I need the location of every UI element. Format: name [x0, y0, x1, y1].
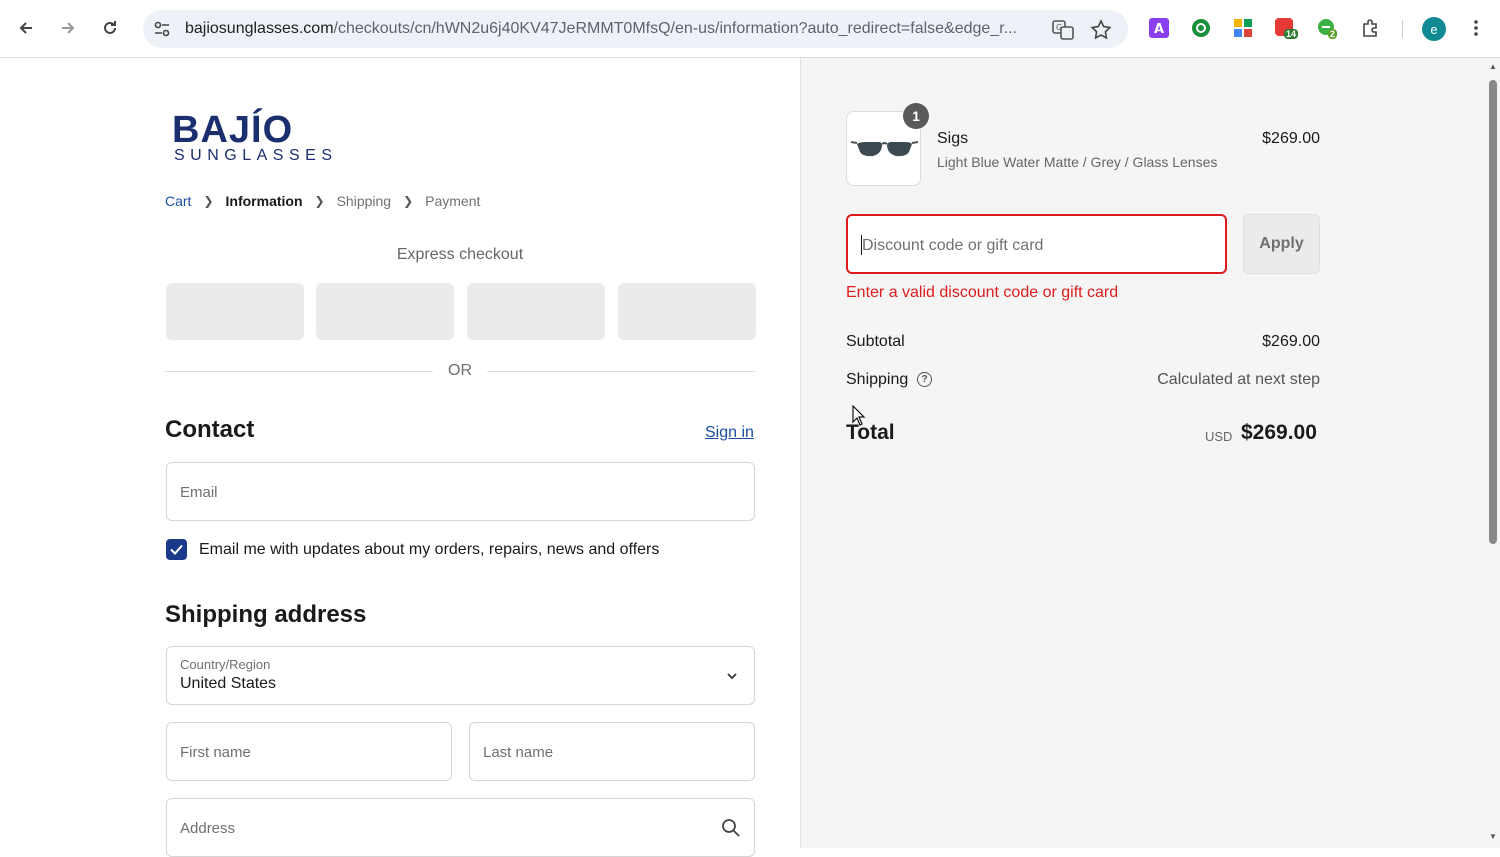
chevron-down-icon: [725, 669, 739, 688]
first-name-placeholder: First name: [180, 744, 251, 761]
mouse-pointer-icon: [852, 404, 866, 427]
address-placeholder: Address: [180, 820, 236, 837]
product-price: $269.00: [1262, 130, 1320, 147]
extension-green-chat-icon[interactable]: 2: [1316, 17, 1340, 41]
last-name-placeholder: Last name: [483, 744, 554, 761]
shipping-label: Shipping: [846, 371, 909, 388]
divider-line: [487, 371, 755, 372]
country-value: United States: [180, 675, 277, 692]
check-icon: [170, 544, 183, 555]
search-icon[interactable]: [721, 818, 741, 843]
scroll-down-arrow-icon[interactable]: ▼: [1488, 832, 1498, 842]
marketing-checkbox[interactable]: [166, 539, 187, 560]
express-pay-button[interactable]: [467, 283, 605, 340]
svg-text:A: A: [1154, 22, 1164, 37]
extension-a-icon[interactable]: A: [1148, 17, 1172, 41]
total-amount: $269.00: [1241, 421, 1317, 444]
country-select[interactable]: Country/Region United States: [166, 646, 755, 705]
discount-error-message: Enter a valid discount code or gift card: [846, 284, 1119, 301]
extension-red-icon[interactable]: 14: [1274, 17, 1299, 41]
chevron-right-icon: ❯: [403, 194, 414, 208]
extension-badge: 14: [1284, 29, 1299, 39]
email-field[interactable]: Email: [166, 462, 755, 521]
svg-text:SUNGLASSES: SUNGLASSES: [174, 147, 337, 164]
help-question-icon[interactable]: ?: [917, 372, 932, 387]
shipping-address-heading: Shipping address: [165, 601, 367, 628]
shipping-value: Calculated at next step: [1157, 371, 1320, 388]
breadcrumb-payment: Payment: [425, 193, 481, 209]
reload-icon[interactable]: [96, 14, 124, 42]
total-currency: USD: [1205, 429, 1233, 444]
profile-avatar[interactable]: e: [1422, 17, 1446, 41]
express-pay-button[interactable]: [618, 283, 756, 340]
apply-discount-button[interactable]: Apply: [1243, 214, 1320, 274]
product-variant: Light Blue Water Matte / Grey / Glass Le…: [937, 154, 1218, 170]
subtotal-value: $269.00: [1262, 333, 1320, 350]
extension-green-circle-icon[interactable]: [1190, 17, 1214, 41]
express-pay-button[interactable]: [166, 283, 304, 340]
profile-initial: e: [1430, 21, 1438, 37]
browser-toolbar: bajiosunglasses.com/checkouts/cn/hWN2u6j…: [0, 0, 1500, 58]
chevron-right-icon: ❯: [203, 194, 214, 208]
discount-placeholder: Discount code or gift card: [862, 237, 1044, 254]
scroll-up-arrow-icon[interactable]: ▲: [1488, 62, 1498, 72]
express-pay-button[interactable]: [316, 283, 454, 340]
svg-text:G: G: [1056, 23, 1062, 32]
sign-in-link[interactable]: Sign in: [705, 424, 754, 442]
back-icon[interactable]: [12, 14, 40, 42]
extension-badge: 2: [1328, 29, 1338, 39]
address-field[interactable]: Address: [166, 798, 755, 857]
contact-heading: Contact: [165, 416, 255, 443]
subtotal-label: Subtotal: [846, 333, 905, 350]
or-label: OR: [448, 362, 472, 379]
toolbar-divider: [1402, 20, 1403, 38]
chevron-right-icon: ❯: [314, 194, 325, 208]
browser-menu-icon[interactable]: [1466, 17, 1490, 41]
quantity-badge: 1: [903, 103, 929, 129]
bajio-logo[interactable]: BAJÍO SUNGLASSES: [170, 100, 342, 166]
translate-icon[interactable]: G: [1051, 18, 1075, 42]
email-placeholder: Email: [180, 484, 218, 501]
breadcrumb-cart[interactable]: Cart: [165, 193, 191, 209]
last-name-field[interactable]: Last name: [469, 722, 755, 781]
url-text: bajiosunglasses.com/checkouts/cn/hWN2u6j…: [185, 20, 1017, 37]
address-bar[interactable]: bajiosunglasses.com/checkouts/cn/hWN2u6j…: [143, 10, 1128, 48]
scrollbar-thumb[interactable]: [1489, 80, 1497, 544]
marketing-checkbox-label: Email me with updates about my orders, r…: [199, 541, 660, 558]
breadcrumb: Cart ❯ Information ❯ Shipping ❯ Payment: [165, 193, 480, 209]
or-divider: OR: [165, 362, 755, 382]
site-settings-icon[interactable]: [151, 18, 173, 40]
extension-grid-icon[interactable]: [1232, 17, 1256, 41]
page-scrollbar[interactable]: ▲ ▼: [1486, 58, 1500, 848]
breadcrumb-information: Information: [225, 193, 303, 209]
divider-line: [165, 371, 433, 372]
first-name-field[interactable]: First name: [166, 722, 452, 781]
product-name: Sigs: [937, 130, 969, 147]
country-label: Country/Region: [180, 657, 271, 672]
forward-icon[interactable]: [54, 14, 82, 42]
extensions-puzzle-icon[interactable]: [1360, 17, 1384, 41]
bookmark-star-icon[interactable]: [1089, 18, 1113, 42]
express-checkout-label: Express checkout: [396, 246, 524, 263]
discount-code-input[interactable]: Discount code or gift card: [846, 214, 1227, 274]
breadcrumb-shipping: Shipping: [336, 193, 392, 209]
svg-text:BAJÍO: BAJÍO: [172, 107, 293, 151]
